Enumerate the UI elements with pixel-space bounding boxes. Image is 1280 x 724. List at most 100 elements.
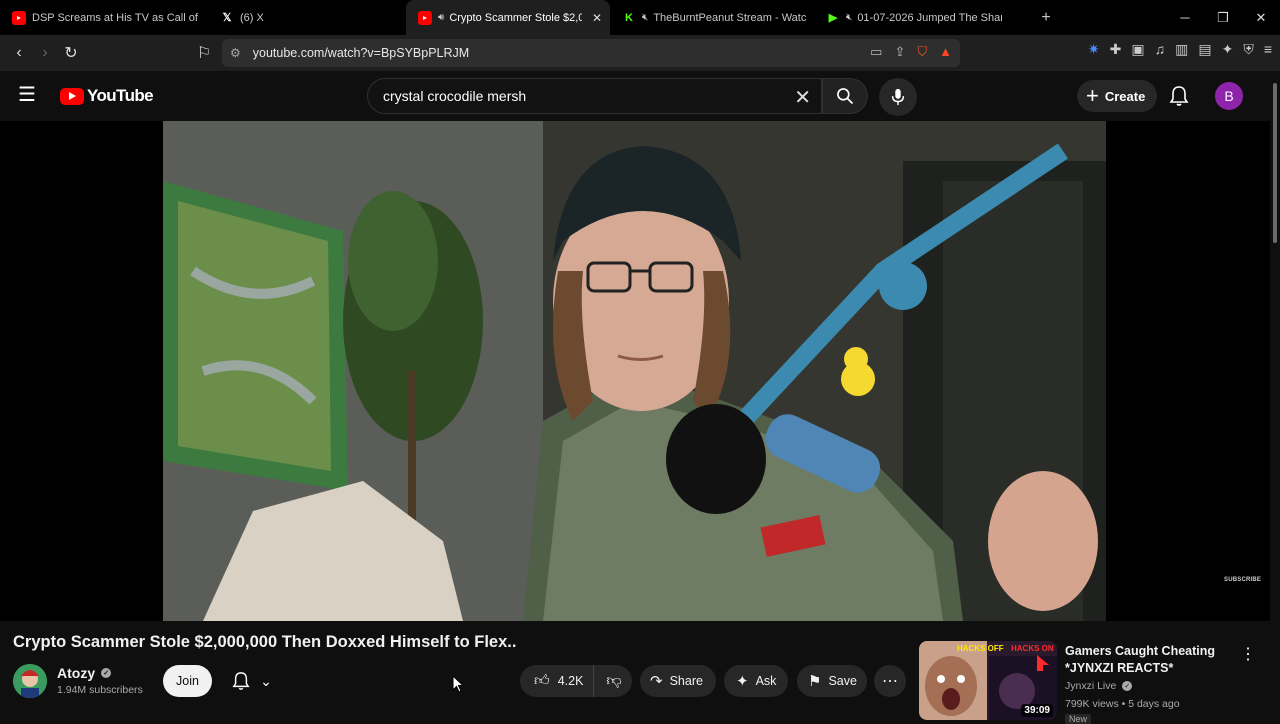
browser-toolbar: ‹ › ↻ ⚐ ⚙ youtube.com/watch?v=BpSYBpPLRJ… bbox=[0, 35, 1280, 71]
wallet-icon[interactable]: ▤ bbox=[1198, 41, 1211, 58]
related-video-thumbnail[interactable]: HACKS OFF HACKS ON 39:09 bbox=[919, 641, 1057, 720]
more-vertical-icon[interactable]: ⋮ bbox=[1240, 644, 1256, 664]
ask-label: Ask bbox=[755, 674, 777, 688]
extensions-bar: ✷ ✚ ▣ ♫ ▥ ▤ ✦ ⛨ ≡ bbox=[1088, 41, 1272, 58]
tab-search-icon[interactable]: ▣ bbox=[1131, 41, 1144, 58]
thumb-text-right: HACKS ON bbox=[1011, 644, 1054, 653]
subscriber-count: 1.94M subscribers bbox=[57, 684, 143, 696]
ask-button[interactable]: ✦ Ask bbox=[724, 665, 788, 697]
verified-icon: ✓ bbox=[1122, 681, 1133, 691]
site-info-icon[interactable]: ⚙ bbox=[230, 46, 241, 60]
extension-icon[interactable]: ✷ bbox=[1088, 41, 1100, 58]
video-player[interactable]: SUBSCRIBE bbox=[0, 121, 1270, 621]
share-label: Share bbox=[669, 674, 703, 688]
browser-menu-icon[interactable]: ≡ bbox=[1264, 41, 1272, 58]
bell-icon bbox=[232, 672, 250, 690]
chevron-down-icon: ⌄ bbox=[260, 672, 272, 689]
save-label: Save bbox=[828, 674, 857, 688]
speaker-icon: 🔊︎ bbox=[438, 12, 445, 23]
join-button[interactable]: Join bbox=[163, 665, 212, 697]
like-button[interactable]: 👍︎ 4.2K bbox=[520, 665, 595, 697]
close-window-icon[interactable]: ✕ bbox=[1242, 0, 1280, 35]
more-actions-button[interactable]: ⋯ bbox=[874, 665, 906, 697]
voice-search-button[interactable] bbox=[879, 78, 917, 116]
create-label: Create bbox=[1104, 88, 1146, 104]
music-icon[interactable]: ♫ bbox=[1155, 41, 1166, 58]
youtube-logo-icon bbox=[60, 87, 84, 105]
x-icon: 𝕏 bbox=[222, 12, 232, 24]
bookmark-icon: ⚑ bbox=[808, 673, 822, 690]
tab-title: DSP Screams at His TV as Call of Duty bbox=[32, 11, 200, 24]
close-tab-icon[interactable]: ✕ bbox=[592, 11, 602, 25]
video-frame[interactable] bbox=[163, 121, 1106, 621]
search-value: crystal crocodile mersh bbox=[383, 88, 527, 104]
tab-title: 01-07-2026 Jumped The Shark bbox=[857, 11, 1002, 24]
restore-icon[interactable]: ❐ bbox=[1204, 0, 1242, 35]
plus-icon: + bbox=[1086, 83, 1099, 108]
puzzle-icon[interactable]: ✚ bbox=[1110, 41, 1122, 58]
logo-text: YouTube bbox=[87, 86, 154, 105]
related-channel-name: Jynxzi Live bbox=[1065, 680, 1117, 692]
related-video-title[interactable]: Gamers Caught Cheating *JYNXZI REACTS* bbox=[1065, 643, 1225, 677]
reload-icon[interactable]: ↻ bbox=[58, 40, 84, 66]
brave-rewards-icon[interactable]: ▲ bbox=[939, 44, 952, 60]
window-controls: ─ ❐ ✕ bbox=[1166, 0, 1280, 35]
youtube-logo[interactable]: YouTube bbox=[60, 86, 154, 106]
address-bar-actions: ▭ ⇪ ⛉ ▲ bbox=[870, 44, 952, 60]
page-scrollbar[interactable] bbox=[1270, 71, 1280, 720]
tab-title: Crypto Scammer Stole $2,000,000 bbox=[449, 11, 582, 24]
share-page-icon[interactable]: ⇪ bbox=[894, 44, 905, 60]
bookmark-icon[interactable]: ⚐ bbox=[191, 40, 217, 66]
notifications-button[interactable] bbox=[1169, 85, 1191, 107]
thumb-text-left: HACKS OFF bbox=[957, 644, 1004, 653]
youtube-icon bbox=[418, 10, 432, 25]
tab-title: TheBurntPeanut Stream - Watch bbox=[653, 11, 806, 24]
scrollbar-thumb[interactable] bbox=[1273, 83, 1277, 243]
cast-icon[interactable]: ▭ bbox=[870, 44, 882, 60]
verified-icon: ✓ bbox=[101, 668, 112, 678]
hamburger-menu-icon[interactable]: ☰ bbox=[18, 85, 42, 107]
account-avatar[interactable]: B bbox=[1215, 82, 1243, 110]
clear-search-icon[interactable]: ✕ bbox=[794, 85, 811, 110]
video-frame-image bbox=[163, 121, 1106, 621]
subscription-bell-button[interactable]: ⌄ bbox=[222, 665, 282, 697]
mute-icon: 🔇︎ bbox=[846, 12, 853, 23]
vpn-icon[interactable]: ⛨ bbox=[1243, 41, 1254, 58]
brave-shields-icon[interactable]: ⛉ bbox=[917, 44, 927, 60]
back-icon[interactable]: ‹ bbox=[6, 40, 32, 66]
create-button[interactable]: + Create bbox=[1077, 80, 1158, 112]
browser-tab[interactable]: DSP Screams at His TV as Call of Duty bbox=[0, 0, 208, 35]
address-bar[interactable]: ⚙ youtube.com/watch?v=BpSYBpPLRJM ▭ ⇪ ⛉ … bbox=[222, 39, 960, 67]
dislike-button[interactable]: 👎︎ bbox=[594, 672, 633, 690]
thumbs-down-icon: 👎︎ bbox=[606, 672, 622, 689]
tab-title: (6) X bbox=[240, 11, 264, 24]
related-video-channel[interactable]: Jynxzi Live ✓ bbox=[1065, 680, 1133, 692]
related-video-meta: 799K views • 5 days ago bbox=[1065, 698, 1180, 710]
video-title: Crypto Scammer Stole $2,000,000 Then Dox… bbox=[13, 633, 517, 651]
sidebar-icon[interactable]: ▥ bbox=[1175, 41, 1188, 58]
url-text: youtube.com/watch?v=BpSYBpPLRJM bbox=[252, 46, 470, 60]
search-button[interactable] bbox=[822, 78, 868, 114]
browser-tab-active[interactable]: 🔊︎ Crypto Scammer Stole $2,000,000 ✕ bbox=[406, 0, 610, 35]
thumbs-up-icon: 👍︎ bbox=[534, 672, 550, 689]
browser-tab[interactable]: 𝕏 (6) X bbox=[208, 0, 406, 35]
search-input[interactable]: crystal crocodile mersh ✕ bbox=[367, 78, 822, 114]
microphone-icon bbox=[891, 88, 905, 106]
channel-name[interactable]: Atozy ✓ bbox=[57, 665, 112, 681]
browser-tab[interactable]: K 🔇︎ TheBurntPeanut Stream - Watch bbox=[610, 0, 814, 35]
browser-tab[interactable]: ▶ 🔇︎ 01-07-2026 Jumped The Shark bbox=[814, 0, 1010, 35]
forward-icon[interactable]: › bbox=[32, 40, 58, 66]
browser-tab-strip: DSP Screams at His TV as Call of Duty 𝕏 … bbox=[0, 0, 1280, 35]
video-duration: 39:09 bbox=[1021, 704, 1053, 717]
share-button[interactable]: ↷ Share bbox=[640, 665, 716, 697]
channel-avatar[interactable] bbox=[13, 664, 47, 698]
channel-name-text: Atozy bbox=[57, 665, 96, 681]
save-button[interactable]: ⚑ Save bbox=[797, 665, 867, 697]
leo-icon[interactable]: ✦ bbox=[1222, 41, 1234, 58]
like-dislike-group: 👍︎ 4.2K 👎︎ bbox=[520, 665, 632, 697]
minimize-icon[interactable]: ─ bbox=[1166, 0, 1204, 35]
share-icon: ↷ bbox=[650, 673, 663, 690]
subscribe-watermark[interactable]: SUBSCRIBE bbox=[1224, 577, 1261, 583]
youtube-header: ☰ YouTube crystal crocodile mersh ✕ + Cr… bbox=[0, 71, 1270, 121]
new-tab-button[interactable]: + bbox=[1034, 6, 1058, 30]
